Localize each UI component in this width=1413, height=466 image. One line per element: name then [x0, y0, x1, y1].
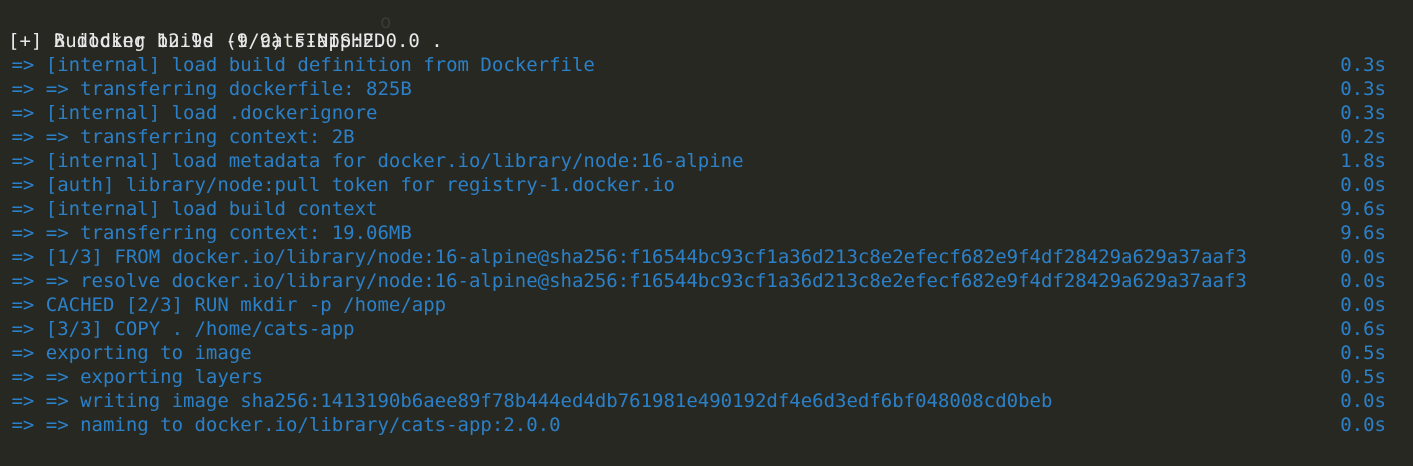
build-step-row: => [internal] load .dockerignore 0.3s: [0, 101, 1413, 125]
build-step-text: => => resolve docker.io/library/node:16-…: [0, 270, 1247, 292]
build-step-text: => [internal] load metadata for docker.i…: [0, 150, 744, 172]
build-step-row: => => exporting layers 0.5s: [0, 365, 1413, 389]
build-step-time: 0.0s: [1340, 390, 1386, 412]
build-step-time: 0.0s: [1340, 174, 1386, 196]
build-step-text: => => naming to docker.io/library/cats-a…: [0, 414, 561, 436]
build-status: [+] Building 12.9s (9/9) FINISHED: [8, 30, 386, 52]
build-step-row: => => naming to docker.io/library/cats-a…: [0, 413, 1413, 437]
build-step-row: => => transferring dockerfile: 825B 0.3s: [0, 77, 1413, 101]
build-step-row: => exporting to image 0.5s: [0, 341, 1413, 365]
build-step-text: => [internal] load build context: [0, 198, 378, 220]
build-step-row: => [3/3] COPY . /home/cats-app 0.6s: [0, 317, 1413, 341]
build-step-time: 9.6s: [1340, 198, 1386, 220]
build-step-row: => => resolve docker.io/library/node:16-…: [0, 269, 1413, 293]
build-step-row: => [internal] load build context 9.6s: [0, 197, 1413, 221]
build-step-row: => [internal] load metadata for docker.i…: [0, 149, 1413, 173]
build-step-text: => [internal] load .dockerignore: [0, 102, 378, 124]
build-step-row: => => writing image sha256:1413190b6aee8…: [0, 389, 1413, 413]
build-step-row: => => transferring context: 2B 0.2s: [0, 125, 1413, 149]
build-step-text: => [1/3] FROM docker.io/library/node:16-…: [0, 246, 1247, 268]
build-step-time: 0.5s: [1340, 366, 1386, 388]
build-step-time: 0.3s: [1340, 102, 1386, 124]
build-step-text: => exporting to image: [0, 342, 252, 364]
build-step-text: => => transferring dockerfile: 825B: [0, 78, 412, 100]
build-step-time: 0.0s: [1340, 414, 1386, 436]
build-step-text: => => exporting layers: [0, 366, 264, 388]
build-step-time: 9.6s: [1340, 222, 1386, 244]
command-line: λ docker build -t cats-app:2.0.0 .: [8, 5, 443, 52]
build-step-text: => [3/3] COPY . /home/cats-app: [0, 318, 355, 340]
build-step-time: 0.0s: [1340, 246, 1386, 268]
build-step-text: => => writing image sha256:1413190b6aee8…: [0, 390, 1053, 412]
build-step-text: => => transferring context: 2B: [0, 126, 355, 148]
build-step-row: => CACHED [2/3] RUN mkdir -p /home/app 0.…: [0, 293, 1413, 317]
build-step-row: => => transferring context: 19.06MB 9.6s: [0, 221, 1413, 245]
build-step-row: => [internal] load build definition from…: [0, 53, 1413, 77]
build-step-time: 0.2s: [1340, 126, 1386, 148]
build-step-time: 0.0s: [1340, 270, 1386, 292]
build-step-text: => [internal] load build definition from…: [0, 54, 595, 76]
build-step-row: => [auth] library/node:pull token for re…: [0, 173, 1413, 197]
build-step-time: 0.5s: [1340, 342, 1386, 364]
build-step-text: => [auth] library/node:pull token for re…: [0, 174, 675, 196]
build-step-text: => CACHED [2/3] RUN mkdir -p /home/app: [0, 294, 447, 316]
build-step-time: 1.8s: [1340, 150, 1386, 172]
build-step-time: 0.6s: [1340, 318, 1386, 340]
build-step-time: 0.3s: [1340, 54, 1386, 76]
build-step-text: => => transferring context: 19.06MB: [0, 222, 412, 244]
terminal-window[interactable]: o λ docker build -t cats-app:2.0.0 . [+]…: [0, 0, 1413, 466]
build-step-row: => [1/3] FROM docker.io/library/node:16-…: [0, 245, 1413, 269]
build-step-time: 0.3s: [1340, 78, 1386, 100]
build-step-time: 0.0s: [1340, 294, 1386, 316]
